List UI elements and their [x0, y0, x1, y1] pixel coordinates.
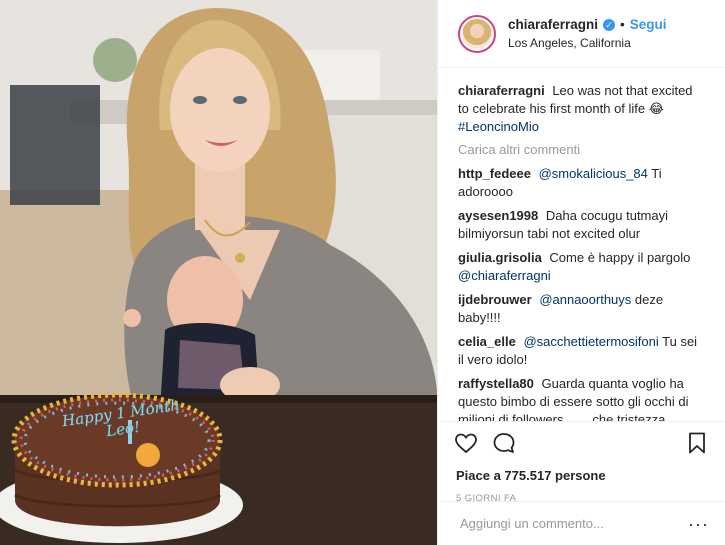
comment-icon[interactable] [492, 431, 516, 455]
add-comment-bar: ··· [438, 501, 725, 545]
avatar[interactable] [458, 14, 496, 53]
comment-username[interactable]: aysesen1998 [458, 208, 538, 223]
caption: chiaraferragni Leo was not that excited … [458, 82, 705, 136]
comment-item: ijdebrouwer @annaoorthuys deze baby!!!! [458, 291, 705, 327]
action-icons-row [454, 430, 709, 456]
heart-icon[interactable] [454, 431, 478, 455]
comment-item: giulia.grisolia Come è happy il pargolo … [458, 249, 705, 285]
post-photo[interactable]: Happy 1 Month Leo! [0, 0, 437, 545]
comment-item: http_fedeee @smokalicious_84 Ti adoroooo [458, 165, 705, 201]
post-header: chiaraferragni ✓ • Segui Los Angeles, Ca… [438, 0, 725, 68]
instagram-post: Happy 1 Month Leo! chiaraferragni ✓ • Se… [0, 0, 725, 545]
location-link[interactable]: Los Angeles, California [508, 36, 667, 50]
comment-mention[interactable]: @annaoorthuys [539, 292, 631, 307]
verified-icon: ✓ [603, 18, 616, 31]
comments-list: chiaraferragni Leo was not that excited … [438, 68, 725, 421]
avatar-image [462, 18, 492, 49]
post-side-panel: chiaraferragni ✓ • Segui Los Angeles, Ca… [437, 0, 725, 545]
comment-item: celia_elle @sacchettietermosifoni Tu sei… [458, 333, 705, 369]
comment-input[interactable] [458, 515, 682, 532]
comment-text: Come è happy il pargolo [549, 250, 691, 265]
comment-username[interactable]: giulia.grisolia [458, 250, 542, 265]
likes-count[interactable]: Piace a 775.517 persone [456, 468, 709, 483]
more-options-icon[interactable]: ··· [688, 515, 709, 533]
bookmark-icon[interactable] [685, 431, 709, 455]
caption-hashtag[interactable]: #LeoncinoMio [458, 119, 539, 134]
comment-mention[interactable]: @chiaraferragni [458, 268, 551, 283]
caption-username[interactable]: chiaraferragni [458, 83, 545, 98]
comment-username[interactable]: celia_elle [458, 334, 516, 349]
comment-username[interactable]: raffystella80 [458, 376, 534, 391]
comment-item: raffystella80 Guarda quanta voglio ha qu… [458, 375, 705, 421]
load-more-comments-button[interactable]: Carica altri commenti [458, 142, 705, 157]
follow-button[interactable]: Segui [630, 17, 667, 32]
photo-illustration [0, 0, 437, 545]
comment-username[interactable]: ijdebrouwer [458, 292, 532, 307]
header-username[interactable]: chiaraferragni [508, 17, 598, 32]
header-line: chiaraferragni ✓ • Segui [508, 17, 667, 32]
comment-item: aysesen1998 Daha cocugu tutmayi bilmiyor… [458, 207, 705, 243]
comment-username[interactable]: http_fedeee [458, 166, 531, 181]
comment-mention[interactable]: @sacchettietermosifoni [523, 334, 658, 349]
comment-mention[interactable]: @smokalicious_84 [539, 166, 648, 181]
separator-dot: • [620, 17, 625, 32]
header-text: chiaraferragni ✓ • Segui Los Angeles, Ca… [508, 17, 667, 50]
